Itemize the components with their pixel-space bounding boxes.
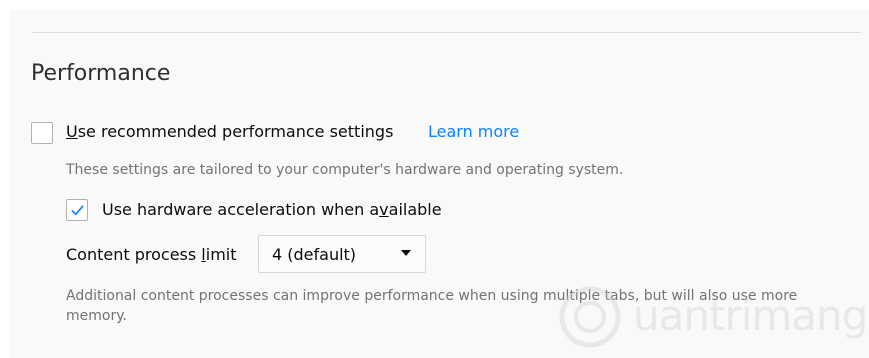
hardware-acceleration-label[interactable]: Use hardware acceleration when available: [102, 200, 442, 220]
recommended-settings-description: These settings are tailored to your comp…: [66, 162, 624, 178]
watermark-circle-icon: [559, 286, 621, 348]
content-process-limit-label-start: Content process: [66, 245, 202, 264]
recommended-settings-label[interactable]: Use recommended performance settings: [66, 122, 393, 142]
settings-panel: Performance Use recommended performance …: [10, 10, 869, 358]
watermark-text: uantrimang: [633, 291, 868, 340]
section-title: Performance: [31, 61, 171, 86]
hardware-acceleration-accesskey: v: [379, 200, 389, 219]
dropdown-arrow-icon: [401, 250, 411, 256]
learn-more-link[interactable]: Learn more: [428, 122, 519, 142]
watermark-logo: uantrimang: [555, 282, 868, 352]
content-process-limit-select[interactable]: 4 (default): [258, 235, 426, 273]
recommended-settings-checkbox[interactable]: [31, 122, 53, 144]
hardware-acceleration-checkbox[interactable]: [66, 199, 88, 221]
recommended-settings-accesskey: U: [66, 122, 78, 141]
content-process-limit-label: Content process limit: [66, 245, 237, 265]
content-process-limit-label-end: imit: [205, 245, 237, 264]
content-process-limit-value: 4 (default): [272, 245, 357, 264]
hardware-acceleration-label-end: ailable: [388, 200, 442, 219]
recommended-settings-label-text: se recommended performance settings: [77, 122, 394, 141]
checkmark-icon: [71, 205, 84, 216]
section-divider: [32, 32, 861, 33]
hardware-acceleration-label-start: Use hardware acceleration when a: [102, 200, 380, 219]
